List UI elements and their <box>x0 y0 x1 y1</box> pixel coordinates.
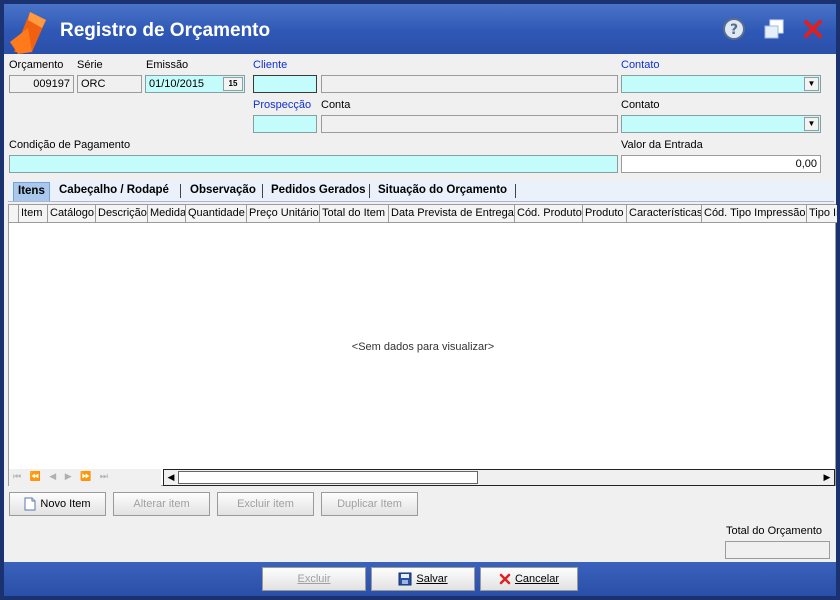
new-document-icon <box>24 497 36 511</box>
contato2-select[interactable]: ▼ <box>621 115 821 133</box>
empty-grid-message: <Sem dados para visualizar> <box>351 341 495 353</box>
row-indicator-column <box>9 205 19 222</box>
orcamento-field: 009197 <box>9 75 74 93</box>
svg-text:?: ? <box>730 22 738 38</box>
orcamento-label: Orçamento <box>9 59 64 71</box>
tab-strip: Itens Cabeçalho / Rodapé Observação Pedi… <box>8 180 834 202</box>
scroll-thumb[interactable] <box>178 471 478 484</box>
column-header[interactable]: Catálogo <box>48 205 96 222</box>
form-body: Orçamento Série Emissão Cliente Contato … <box>4 54 837 562</box>
contato-label[interactable]: Contato <box>621 59 660 71</box>
excluir-item-button[interactable]: Excluir item <box>217 492 314 516</box>
column-header[interactable]: Total do Item <box>320 205 389 222</box>
items-grid[interactable]: Item Catálogo Descrição Medida Quantidad… <box>8 204 837 486</box>
novo-item-label: Novo Item <box>40 498 91 510</box>
condicao-pagamento-label: Condição de Pagamento <box>9 139 131 151</box>
column-header[interactable]: Descrição <box>96 205 148 222</box>
tab-separator <box>180 184 181 198</box>
cliente-name-field <box>321 75 618 93</box>
grid-header: Item Catálogo Descrição Medida Quantidad… <box>9 205 837 223</box>
scroll-left-icon[interactable]: ◀ <box>164 471 178 484</box>
duplicar-item-button[interactable]: Duplicar Item <box>321 492 418 516</box>
conta-label: Conta <box>321 99 351 111</box>
column-header[interactable]: Tipo Im <box>807 205 837 222</box>
serie-field: ORC <box>77 75 142 93</box>
contato2-label: Contato <box>621 99 660 111</box>
tab-observacao[interactable]: Observação <box>186 182 260 201</box>
column-header[interactable]: Medida <box>148 205 186 222</box>
cancel-icon <box>499 573 511 585</box>
serie-label: Série <box>77 59 103 71</box>
cliente-code-input[interactable] <box>253 75 317 93</box>
tab-separator <box>369 184 370 198</box>
restore-icon[interactable] <box>762 17 786 41</box>
tab-pedidos-gerados[interactable]: Pedidos Gerados <box>267 182 370 201</box>
tab-separator <box>262 184 263 198</box>
tab-separator <box>515 184 516 198</box>
app-logo-icon <box>10 12 46 54</box>
close-icon[interactable] <box>801 17 825 41</box>
column-header[interactable]: Características <box>627 205 702 222</box>
tab-cabecalho-rodape[interactable]: Cabeçalho / Rodapé <box>55 182 173 201</box>
app-window: Registro de Orçamento ? Orçamento Série … <box>0 0 840 600</box>
excluir-button[interactable]: Excluir <box>262 567 366 591</box>
alterar-item-button[interactable]: Alterar item <box>113 492 210 516</box>
excluir-label: Excluir <box>297 573 331 585</box>
help-icon[interactable]: ? <box>722 17 746 41</box>
column-header[interactable]: Quantidade <box>186 205 247 222</box>
calendar-icon[interactable]: 15 <box>223 77 243 91</box>
total-orcamento-field <box>725 541 830 559</box>
valor-entrada-label: Valor da Entrada <box>621 139 703 151</box>
emissao-value: 01/10/2015 <box>149 78 205 90</box>
footer-bar: Excluir Salvar Cancelar <box>4 562 836 596</box>
contato-select[interactable]: ▼ <box>621 75 821 93</box>
cancelar-label: Cancelar <box>514 573 560 585</box>
cancelar-button[interactable]: Cancelar <box>480 567 578 591</box>
column-header[interactable]: Cód. Produto <box>515 205 583 222</box>
conta-field <box>321 115 618 133</box>
scroll-right-icon[interactable]: ▶ <box>820 471 834 484</box>
column-header[interactable]: Produto <box>583 205 627 222</box>
novo-item-button[interactable]: Novo Item <box>9 492 106 516</box>
record-navigator[interactable]: ⏮ ⏪ ◀ ▶ ⏩ ⏭ <box>9 469 161 486</box>
total-orcamento-label: Total do Orçamento <box>726 525 822 537</box>
salvar-label: Salvar <box>416 573 448 585</box>
prospeccao-label[interactable]: Prospecção <box>253 99 311 111</box>
column-header[interactable]: Item <box>19 205 48 222</box>
window-title: Registro de Orçamento <box>60 20 271 41</box>
emissao-label: Emissão <box>146 59 189 71</box>
cliente-label[interactable]: Cliente <box>253 59 287 71</box>
column-header[interactable]: Cód. Tipo Impressão <box>702 205 807 222</box>
chevron-down-icon[interactable]: ▼ <box>804 117 819 131</box>
column-header[interactable]: Data Prevista de Entrega <box>389 205 515 222</box>
emissao-field[interactable]: 01/10/2015 15 <box>145 75 245 93</box>
tab-itens[interactable]: Itens <box>13 182 50 201</box>
condicao-pagamento-input[interactable] <box>9 155 618 173</box>
chevron-down-icon[interactable]: ▼ <box>804 77 819 91</box>
column-header[interactable]: Preço Unitário <box>247 205 320 222</box>
valor-entrada-input[interactable]: 0,00 <box>621 155 821 173</box>
save-icon <box>398 572 412 586</box>
horizontal-scrollbar[interactable]: ◀ ▶ <box>163 469 835 486</box>
prospeccao-input[interactable] <box>253 115 317 133</box>
tab-situacao-orcamento[interactable]: Situação do Orçamento <box>374 182 511 201</box>
title-bar: Registro de Orçamento ? <box>4 4 836 54</box>
salvar-button[interactable]: Salvar <box>371 567 475 591</box>
